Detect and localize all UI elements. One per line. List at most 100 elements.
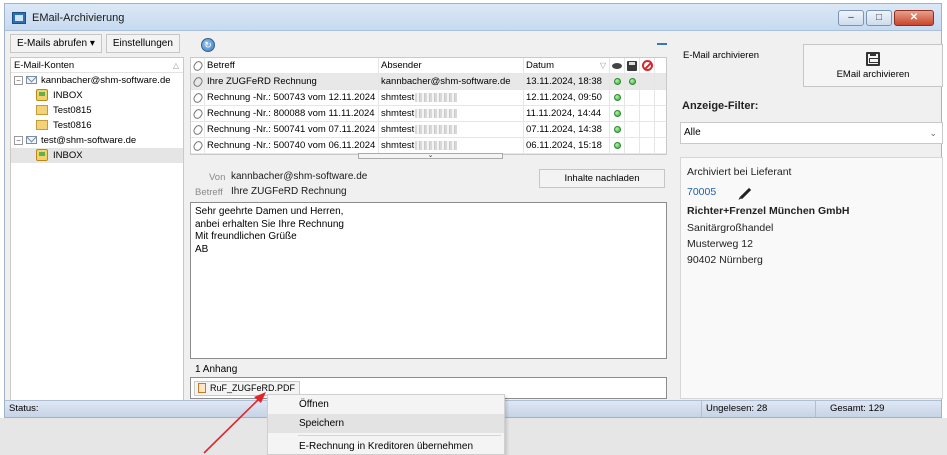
tree-item-label: Test0815 [53,105,92,116]
tree-item-inbox[interactable]: INBOX [11,148,183,163]
filter-value: Alle [684,127,701,138]
mail-date: 11.11.2024, 14:44 [524,106,610,122]
envelope-icon [26,136,37,144]
paperclip-icon [191,90,205,106]
menu-separator [298,435,501,436]
supplier-id[interactable]: 70005 [687,186,716,198]
menu-item-open[interactable]: Öffnen [268,395,504,414]
column-date[interactable]: Datum ▽ [524,58,610,74]
archive-email-button[interactable]: EMail archivieren [803,44,943,87]
supplier-line2: Sanitärgroßhandel [687,222,774,234]
subject-value: Ihre ZUGFeRD Rechnung [231,186,347,197]
mail-subject: Ihre ZUGFeRD Rechnung [205,74,379,90]
mail-row[interactable]: Ihre ZUGFeRD Rechnung kannbacher@shm-sof… [191,74,666,90]
archive-button-label: EMail archivieren [836,69,910,80]
sort-icon: ▽ [599,61,606,70]
disk-icon [625,58,640,74]
body-line: anbei erhalten Sie Ihre Rechnung [195,218,344,230]
tree-item-account[interactable]: − test@shm-software.de [11,133,183,148]
redacted-blur [415,140,458,150]
envelope-icon [26,76,37,84]
sort-icon: △ [172,61,179,70]
redacted-blur [415,108,458,118]
context-menu: Öffnen Speichern E-Rechnung in Kreditore… [267,394,505,455]
app-icon [12,12,26,24]
reload-content-button[interactable]: Inhalte nachladen [539,169,665,188]
menu-item-save[interactable]: Speichern [268,414,504,433]
paperclip-icon [191,138,205,154]
paperclip-icon [191,106,205,122]
supplier-street: Musterweg 12 [687,238,753,250]
body-line: Sehr geehrte Damen und Herren, [195,206,344,217]
mail-list-header: Betreff Absender Datum ▽ [191,58,666,74]
minimize-button[interactable]: – [838,10,864,26]
supplier-city: 90402 Nürnberg [687,254,763,266]
mail-date: 13.11.2024, 18:38 [524,74,610,90]
folder-icon [36,105,48,115]
window-title: EMail-Archivierung [32,12,125,24]
mail-row[interactable]: Rechnung -Nr.: 500741 vom 07.11.2024 shm… [191,122,666,138]
right-panel: E-Mail archivieren EMail archivieren Anz… [678,43,943,401]
paperclip-icon [191,58,205,74]
menu-item-import-einvoice[interactable]: E-Rechnung in Kreditoren übernehmen [268,437,504,455]
no-entry-icon [640,58,655,74]
maximize-button[interactable]: □ [866,10,892,26]
main-window: EMail-Archivierung – □ ✕ E-Mails abrufen… [4,3,943,418]
attachment-count: 1 Anhang [195,364,238,375]
eye-icon [610,58,625,74]
status-dot-icon [610,122,625,138]
refresh-icon[interactable]: ↻ [201,38,215,52]
paperclip-icon [191,122,205,138]
tree-item-folder[interactable]: Test0815 [11,103,183,118]
supplier-caption: Archiviert bei Lieferant [687,166,792,178]
mail-row[interactable]: Rechnung -Nr.: 500743 vom 12.11.2024 shm… [191,90,666,106]
collapse-expander[interactable]: − [14,136,23,145]
mail-sender: shmtest [379,122,524,138]
mail-list: Betreff Absender Datum ▽ Ihre ZUGFeRD Re… [190,57,667,155]
accounts-tree: E-Mail-Konten △ − kannbacher@shm-softwar… [10,57,184,401]
collapse-icon[interactable] [657,43,667,45]
pencil-icon[interactable] [739,187,752,200]
folder-icon [36,120,48,130]
from-value: kannbacher@shm-software.de [231,171,368,182]
archive-label: E-Mail archivieren [683,50,760,61]
status-dot-icon [610,74,625,90]
mail-row[interactable]: Rechnung -Nr.: 800088 vom 11.11.2024 shm… [191,106,666,122]
collapse-expander[interactable]: − [14,76,23,85]
chevron-down-icon: ⌄ [929,128,937,138]
paperclip-icon [191,74,205,90]
mail-subject: Rechnung -Nr.: 500741 vom 07.11.2024 [205,122,379,138]
toolbar: E-Mails abrufen ▾ Einstellungen [10,34,192,56]
body-line: Mit freundlichen Grüße [195,231,297,242]
fetch-mails-label: E-Mails abrufen [17,38,88,49]
scroll-down-handle[interactable]: ⌄ [358,152,503,159]
accounts-header[interactable]: E-Mail-Konten △ [11,58,183,73]
mail-sender: shmtest [379,90,524,106]
inbox-icon [36,89,48,101]
status-label: Status: [9,403,39,414]
mail-date: 12.11.2024, 09:50 [524,90,610,106]
mail-subject: Rechnung -Nr.: 500740 vom 06.11.2024 [205,138,379,154]
status-dot-icon [610,90,625,106]
settings-button[interactable]: Einstellungen [105,34,180,53]
subject-label: Betreff [195,187,223,198]
chevron-down-icon: ▾ [89,38,95,49]
annotation-arrow-icon [203,392,266,454]
mail-sender: shmtest [379,138,524,154]
mail-sender: shmtest [379,106,524,122]
filter-select[interactable]: Alle ⌄ [680,122,943,144]
tree-item-folder[interactable]: Test0816 [11,118,183,133]
supplier-box: Archiviert bei Lieferant 70005 Richter+F… [680,157,943,399]
mail-body[interactable]: Sehr geehrte Damen und Herren, anbei erh… [190,202,667,359]
status-dot-icon [625,74,640,90]
column-sender[interactable]: Absender [379,58,524,74]
tree-item-account[interactable]: − kannbacher@shm-software.de [11,73,183,88]
tree-item-label: Test0816 [53,120,92,131]
tree-item-label: INBOX [53,150,83,161]
tree-item-inbox[interactable]: INBOX [11,88,183,103]
column-subject[interactable]: Betreff [205,58,379,74]
supplier-name: Richter+Frenzel München GmbH [687,205,850,217]
status-dot-icon [610,106,625,122]
close-button[interactable]: ✕ [894,10,934,26]
fetch-mails-button[interactable]: E-Mails abrufen ▾ [10,34,102,53]
